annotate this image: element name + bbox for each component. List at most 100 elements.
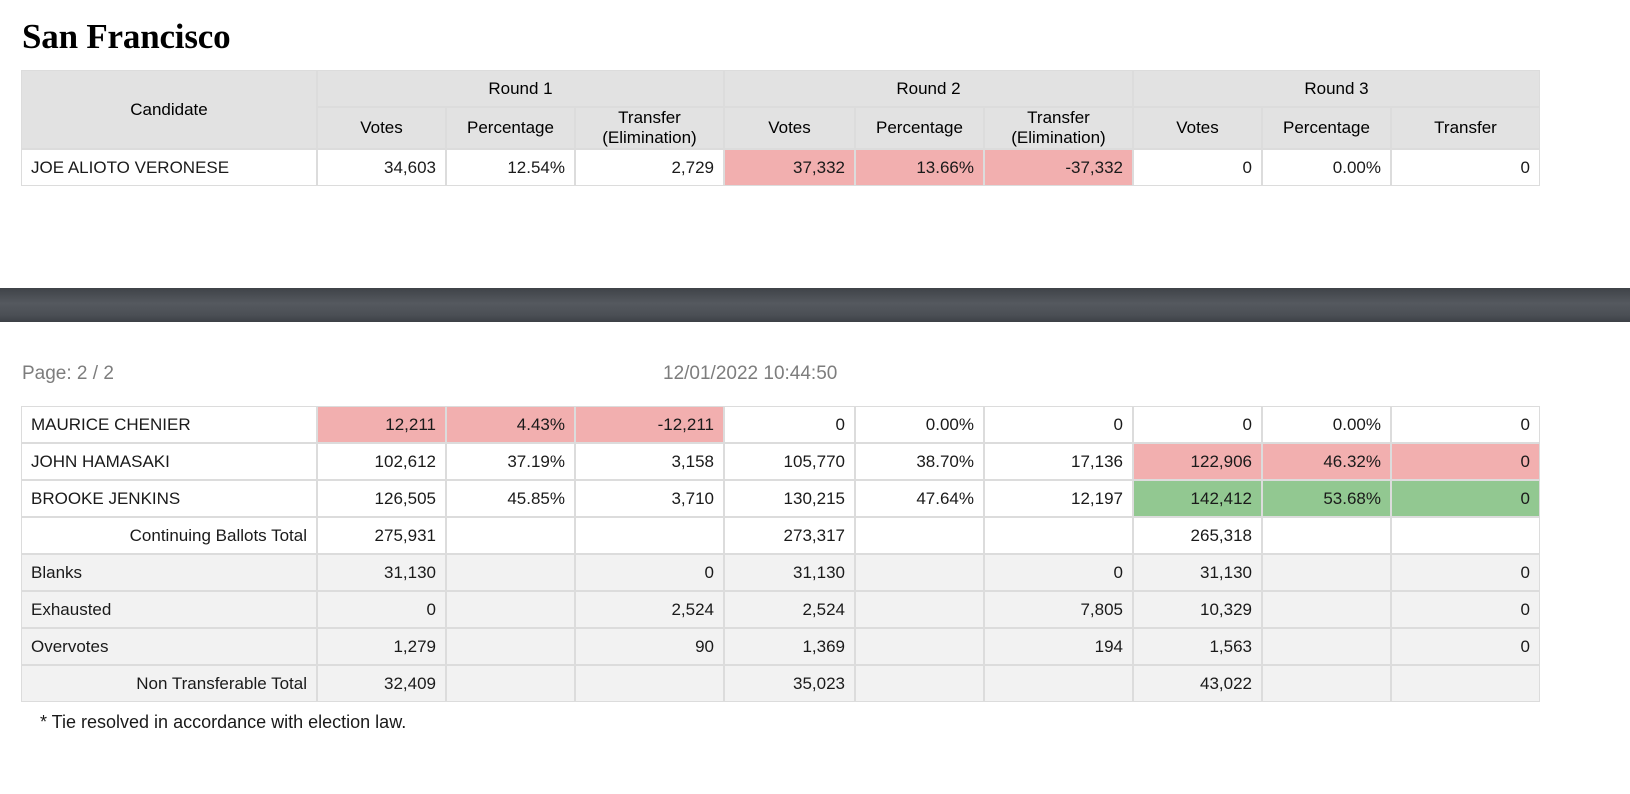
r3-percentage-cell bbox=[1262, 665, 1391, 702]
r3-transfer-cell: 0 bbox=[1391, 406, 1540, 443]
page-meta-row: Page: 2 / 2 12/01/2022 10:44:50 bbox=[0, 363, 1630, 393]
header-r1-transfer-line2: (Elimination) bbox=[602, 128, 697, 147]
r1-percentage-cell bbox=[446, 628, 575, 665]
header-round-1: Round 1 bbox=[317, 70, 724, 107]
summary-row: Non Transferable Total 32,409 35,023 43,022 bbox=[21, 665, 1540, 702]
table-row: JOHN HAMASAKI 102,612 37.19% 3,158 105,770 38… bbox=[21, 443, 1540, 480]
r2-votes-cell: 2,524 bbox=[724, 591, 855, 628]
table-header: Candidate Round 1 Round 2 Round 3 Votes … bbox=[21, 70, 1540, 149]
summary-row: Overvotes 1,279 90 1,369 194 1,563 0 bbox=[21, 628, 1540, 665]
header-r3-percentage: Percentage bbox=[1262, 107, 1391, 149]
r3-votes-cell: 122,906 bbox=[1133, 443, 1262, 480]
header-r1-votes: Votes bbox=[317, 107, 446, 149]
r1-votes-cell: 31,130 bbox=[317, 554, 446, 591]
header-group-row: Candidate Round 1 Round 2 Round 3 bbox=[21, 70, 1540, 149]
top-results-table: Candidate Round 1 Round 2 Round 3 Votes … bbox=[21, 70, 1540, 186]
r3-votes-cell: 43,022 bbox=[1133, 665, 1262, 702]
header-round-3: Round 3 bbox=[1133, 70, 1540, 107]
r3-percentage-cell: 46.32% bbox=[1262, 443, 1391, 480]
r2-percentage-cell bbox=[855, 628, 984, 665]
r3-transfer-cell: 0 bbox=[1391, 591, 1540, 628]
summary-label-cell: Non Transferable Total bbox=[21, 665, 317, 702]
r2-transfer-cell bbox=[984, 665, 1133, 702]
r3-transfer-cell: 0 bbox=[1391, 628, 1540, 665]
r3-votes-cell: 265,318 bbox=[1133, 517, 1262, 554]
r2-percentage-cell bbox=[855, 591, 984, 628]
r2-votes-cell: 130,215 bbox=[724, 480, 855, 517]
r2-transfer-cell: -37,332 bbox=[984, 149, 1133, 186]
footnote: * Tie resolved in accordance with electi… bbox=[40, 712, 407, 732]
r3-percentage-cell: 0.00% bbox=[1262, 149, 1391, 186]
summary-label-cell: Overvotes bbox=[21, 628, 317, 665]
r1-transfer-cell: 3,158 bbox=[575, 443, 724, 480]
report-timestamp: 12/01/2022 10:44:50 bbox=[663, 363, 838, 384]
r1-votes-cell: 1,279 bbox=[317, 628, 446, 665]
r3-votes-cell: 142,412 bbox=[1133, 480, 1262, 517]
r1-transfer-cell bbox=[575, 517, 724, 554]
r1-transfer-cell: 3,710 bbox=[575, 480, 724, 517]
candidate-name-cell: JOE ALIOTO VERONESE bbox=[21, 149, 317, 186]
r2-percentage-cell bbox=[855, 665, 984, 702]
r3-transfer-cell bbox=[1391, 517, 1540, 554]
r1-transfer-cell: 0 bbox=[575, 554, 724, 591]
r2-votes-cell: 35,023 bbox=[724, 665, 855, 702]
header-r1-transfer-elimination: Transfer (Elimination) bbox=[575, 107, 724, 149]
r3-transfer-cell: 0 bbox=[1391, 480, 1540, 517]
header-round-2: Round 2 bbox=[724, 70, 1133, 107]
r2-transfer-cell: 0 bbox=[984, 406, 1133, 443]
summary-row: Exhausted 0 2,524 2,524 7,805 10,329 0 bbox=[21, 591, 1540, 628]
r2-percentage-cell bbox=[855, 517, 984, 554]
page-break-divider bbox=[0, 288, 1630, 322]
table-row: MAURICE CHENIER 12,211 4.43% -12,211 0 0.00% 0… bbox=[21, 406, 1540, 443]
r3-votes-cell: 0 bbox=[1133, 149, 1262, 186]
header-r2-percentage: Percentage bbox=[855, 107, 984, 149]
candidate-name-cell: MAURICE CHENIER bbox=[21, 406, 317, 443]
header-r2-transfer-line1: Transfer bbox=[1027, 108, 1090, 127]
r1-transfer-cell: 90 bbox=[575, 628, 724, 665]
r3-transfer-cell: 0 bbox=[1391, 149, 1540, 186]
r2-percentage-cell: 13.66% bbox=[855, 149, 984, 186]
header-candidate: Candidate bbox=[21, 70, 317, 149]
r3-percentage-cell bbox=[1262, 591, 1391, 628]
r2-transfer-cell bbox=[984, 517, 1133, 554]
header-r3-votes: Votes bbox=[1133, 107, 1262, 149]
r2-percentage-cell: 0.00% bbox=[855, 406, 984, 443]
candidate-name-cell: BROOKE JENKINS bbox=[21, 480, 317, 517]
header-r1-percentage: Percentage bbox=[446, 107, 575, 149]
r2-votes-cell: 1,369 bbox=[724, 628, 855, 665]
r2-transfer-cell: 194 bbox=[984, 628, 1133, 665]
r2-votes-cell: 0 bbox=[724, 406, 855, 443]
r1-votes-cell: 0 bbox=[317, 591, 446, 628]
bottom-results-table-container: MAURICE CHENIER 12,211 4.43% -12,211 0 0.00% 0… bbox=[21, 406, 1540, 702]
r1-votes-cell: 102,612 bbox=[317, 443, 446, 480]
r2-votes-cell: 273,317 bbox=[724, 517, 855, 554]
r1-percentage-cell: 4.43% bbox=[446, 406, 575, 443]
r2-votes-cell: 31,130 bbox=[724, 554, 855, 591]
r2-transfer-cell: 17,136 bbox=[984, 443, 1133, 480]
r2-percentage-cell bbox=[855, 554, 984, 591]
page-indicator: Page: 2 / 2 bbox=[22, 363, 114, 384]
r2-transfer-cell: 0 bbox=[984, 554, 1133, 591]
candidate-name-cell: JOHN HAMASAKI bbox=[21, 443, 317, 480]
summary-label-cell: Blanks bbox=[21, 554, 317, 591]
r2-percentage-cell: 47.64% bbox=[855, 480, 984, 517]
r3-votes-cell: 0 bbox=[1133, 406, 1262, 443]
summary-row: Continuing Ballots Total 275,931 273,317 26… bbox=[21, 517, 1540, 554]
r1-votes-cell: 275,931 bbox=[317, 517, 446, 554]
r2-transfer-cell: 12,197 bbox=[984, 480, 1133, 517]
r1-percentage-cell bbox=[446, 554, 575, 591]
r2-votes-cell: 105,770 bbox=[724, 443, 855, 480]
r1-percentage-cell bbox=[446, 517, 575, 554]
r3-votes-cell: 31,130 bbox=[1133, 554, 1262, 591]
r1-percentage-cell: 37.19% bbox=[446, 443, 575, 480]
r3-transfer-cell: 0 bbox=[1391, 443, 1540, 480]
header-r1-transfer-line1: Transfer bbox=[618, 108, 681, 127]
table-row: BROOKE JENKINS 126,505 45.85% 3,710 130,215 4… bbox=[21, 480, 1540, 517]
r1-transfer-cell: -12,211 bbox=[575, 406, 724, 443]
summary-label-cell: Exhausted bbox=[21, 591, 317, 628]
bottom-table-body: MAURICE CHENIER 12,211 4.43% -12,211 0 0.00% 0… bbox=[21, 406, 1540, 702]
rcv-report-page: San Francisco Candidate Round 1 Round 2 … bbox=[0, 0, 1630, 794]
r2-votes-cell: 37,332 bbox=[724, 149, 855, 186]
r3-votes-cell: 1,563 bbox=[1133, 628, 1262, 665]
r2-percentage-cell: 38.70% bbox=[855, 443, 984, 480]
